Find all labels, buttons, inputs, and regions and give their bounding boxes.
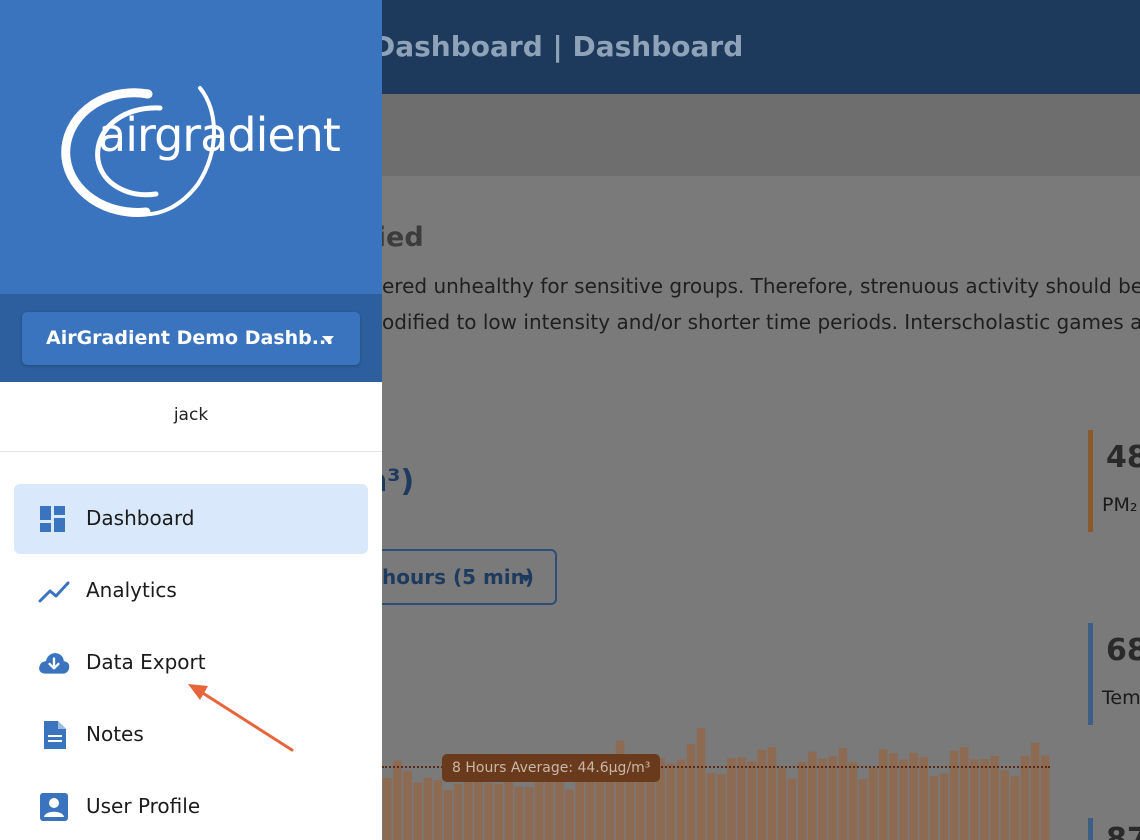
document-icon [44, 721, 66, 749]
kpi-label: PM₂ [1102, 494, 1138, 516]
sub-bar [382, 94, 1140, 176]
background-chart-bar [383, 778, 392, 840]
background-chart-bar [1010, 776, 1020, 840]
background-chart-bar [848, 762, 858, 840]
kpi-accent-bar [1088, 430, 1093, 532]
place-select-label: AirGradient Demo Dashb... [46, 327, 334, 349]
user-badge-icon [40, 793, 68, 821]
kpi-label: Tem [1102, 687, 1140, 709]
background-chart-bar [737, 757, 746, 840]
background-chart-bar [666, 763, 675, 840]
background-chart-bar [919, 757, 928, 840]
alert-text-line: ered unhealthy for sensitive groups. The… [382, 274, 1140, 298]
background-chart-bar [494, 784, 503, 840]
background-chart-bar [1000, 770, 1009, 840]
background-chart-bar [939, 773, 949, 840]
nav-item-label: Data Export [86, 650, 206, 674]
background-chart-bar [686, 744, 696, 840]
kpi-card: 48 PM₂ [1088, 430, 1140, 532]
background-chart-bar [555, 779, 564, 840]
background-chart-bar [727, 758, 736, 840]
background-chart-bar [970, 759, 979, 840]
background-chart-bar [524, 787, 534, 840]
background-chart-bar [929, 776, 939, 840]
background-chart-bar [990, 756, 999, 840]
background-chart-bar [1020, 755, 1030, 840]
chevron-down-icon [322, 336, 334, 343]
airgradient-logo: airgradient [60, 80, 341, 220]
background-chart-bar [676, 759, 686, 840]
background-chart-bar [838, 748, 848, 840]
background-chart-bar [777, 768, 787, 840]
nav-item-label: User Profile [86, 794, 201, 818]
kpi-value: 48 [1106, 440, 1140, 475]
background-chart-bar [423, 777, 433, 840]
background-chart-bar [484, 783, 493, 840]
background-chart-bar [899, 759, 908, 840]
kpi-card: 87 [1088, 818, 1140, 840]
trend-line-icon [38, 581, 70, 603]
page-title: Dashboard | Dashboard [372, 30, 744, 63]
kpi-accent-bar [1088, 818, 1093, 840]
background-chart-bar [636, 774, 645, 840]
background-chart-bar [514, 786, 524, 840]
background-chart-bar [959, 746, 969, 840]
chevron-down-icon [520, 575, 532, 582]
background-chart-bar [1040, 755, 1050, 840]
user-name: jack [173, 405, 209, 425]
background-chart-bar [868, 767, 878, 840]
nav-item-label: Notes [86, 722, 144, 746]
background-chart-bar [443, 790, 453, 840]
background-chart-bar [828, 755, 837, 840]
background-chart-bar [878, 749, 888, 840]
background-chart-bar [818, 758, 827, 840]
background-chart-bar [433, 780, 443, 840]
background-chart-bar [747, 761, 756, 840]
kpi-value: 87 [1106, 822, 1140, 840]
background-chart-bar [787, 778, 797, 840]
background-chart-bar [565, 789, 574, 840]
brand-name: airgradient [98, 108, 341, 162]
alert-text-line: odified to low intensity and/or shorter … [382, 310, 1140, 334]
kpi-card: 68 Tem [1088, 623, 1140, 725]
background-chart-bar [1030, 742, 1040, 840]
background-chart-bar [717, 774, 726, 840]
background-chart-bar [403, 770, 412, 840]
background-chart-bar [413, 782, 422, 840]
drawer-header: airgradient [0, 0, 382, 294]
nav-item-label: Dashboard [86, 506, 195, 530]
annotation-arrow-icon [188, 684, 294, 752]
background-chart-bar [453, 783, 463, 840]
background-chart-bar [767, 747, 777, 840]
kpi-value: 68 [1106, 633, 1140, 668]
divider [0, 451, 382, 452]
background-chart-bar [949, 750, 959, 840]
background-chart-bar [757, 749, 767, 840]
nav-item-user-profile[interactable]: User Profile [14, 772, 368, 840]
background-chart-bar [858, 779, 868, 840]
background-chart-bar [696, 728, 706, 840]
place-select-button[interactable]: AirGradient Demo Dashb... [22, 312, 360, 365]
background-chart-bar [706, 773, 716, 840]
average-label: 8 Hours Average: 44.6µg/m³ [442, 754, 661, 782]
cloud-download-icon [39, 653, 70, 674]
background-chart-bar [980, 759, 989, 840]
background-chart-bar [798, 761, 807, 840]
nav-item-label: Analytics [86, 578, 177, 602]
kpi-accent-bar [1088, 623, 1093, 725]
background-chart-bar [808, 751, 817, 840]
nav-item-dashboard[interactable]: Dashboard [14, 484, 368, 554]
background-chart-bar [393, 760, 402, 840]
dashboard-grid-icon [40, 506, 65, 532]
background-chart-bar [504, 778, 514, 840]
time-range-label: hours (5 min) [382, 565, 535, 589]
nav-item-analytics[interactable]: Analytics [14, 556, 368, 626]
